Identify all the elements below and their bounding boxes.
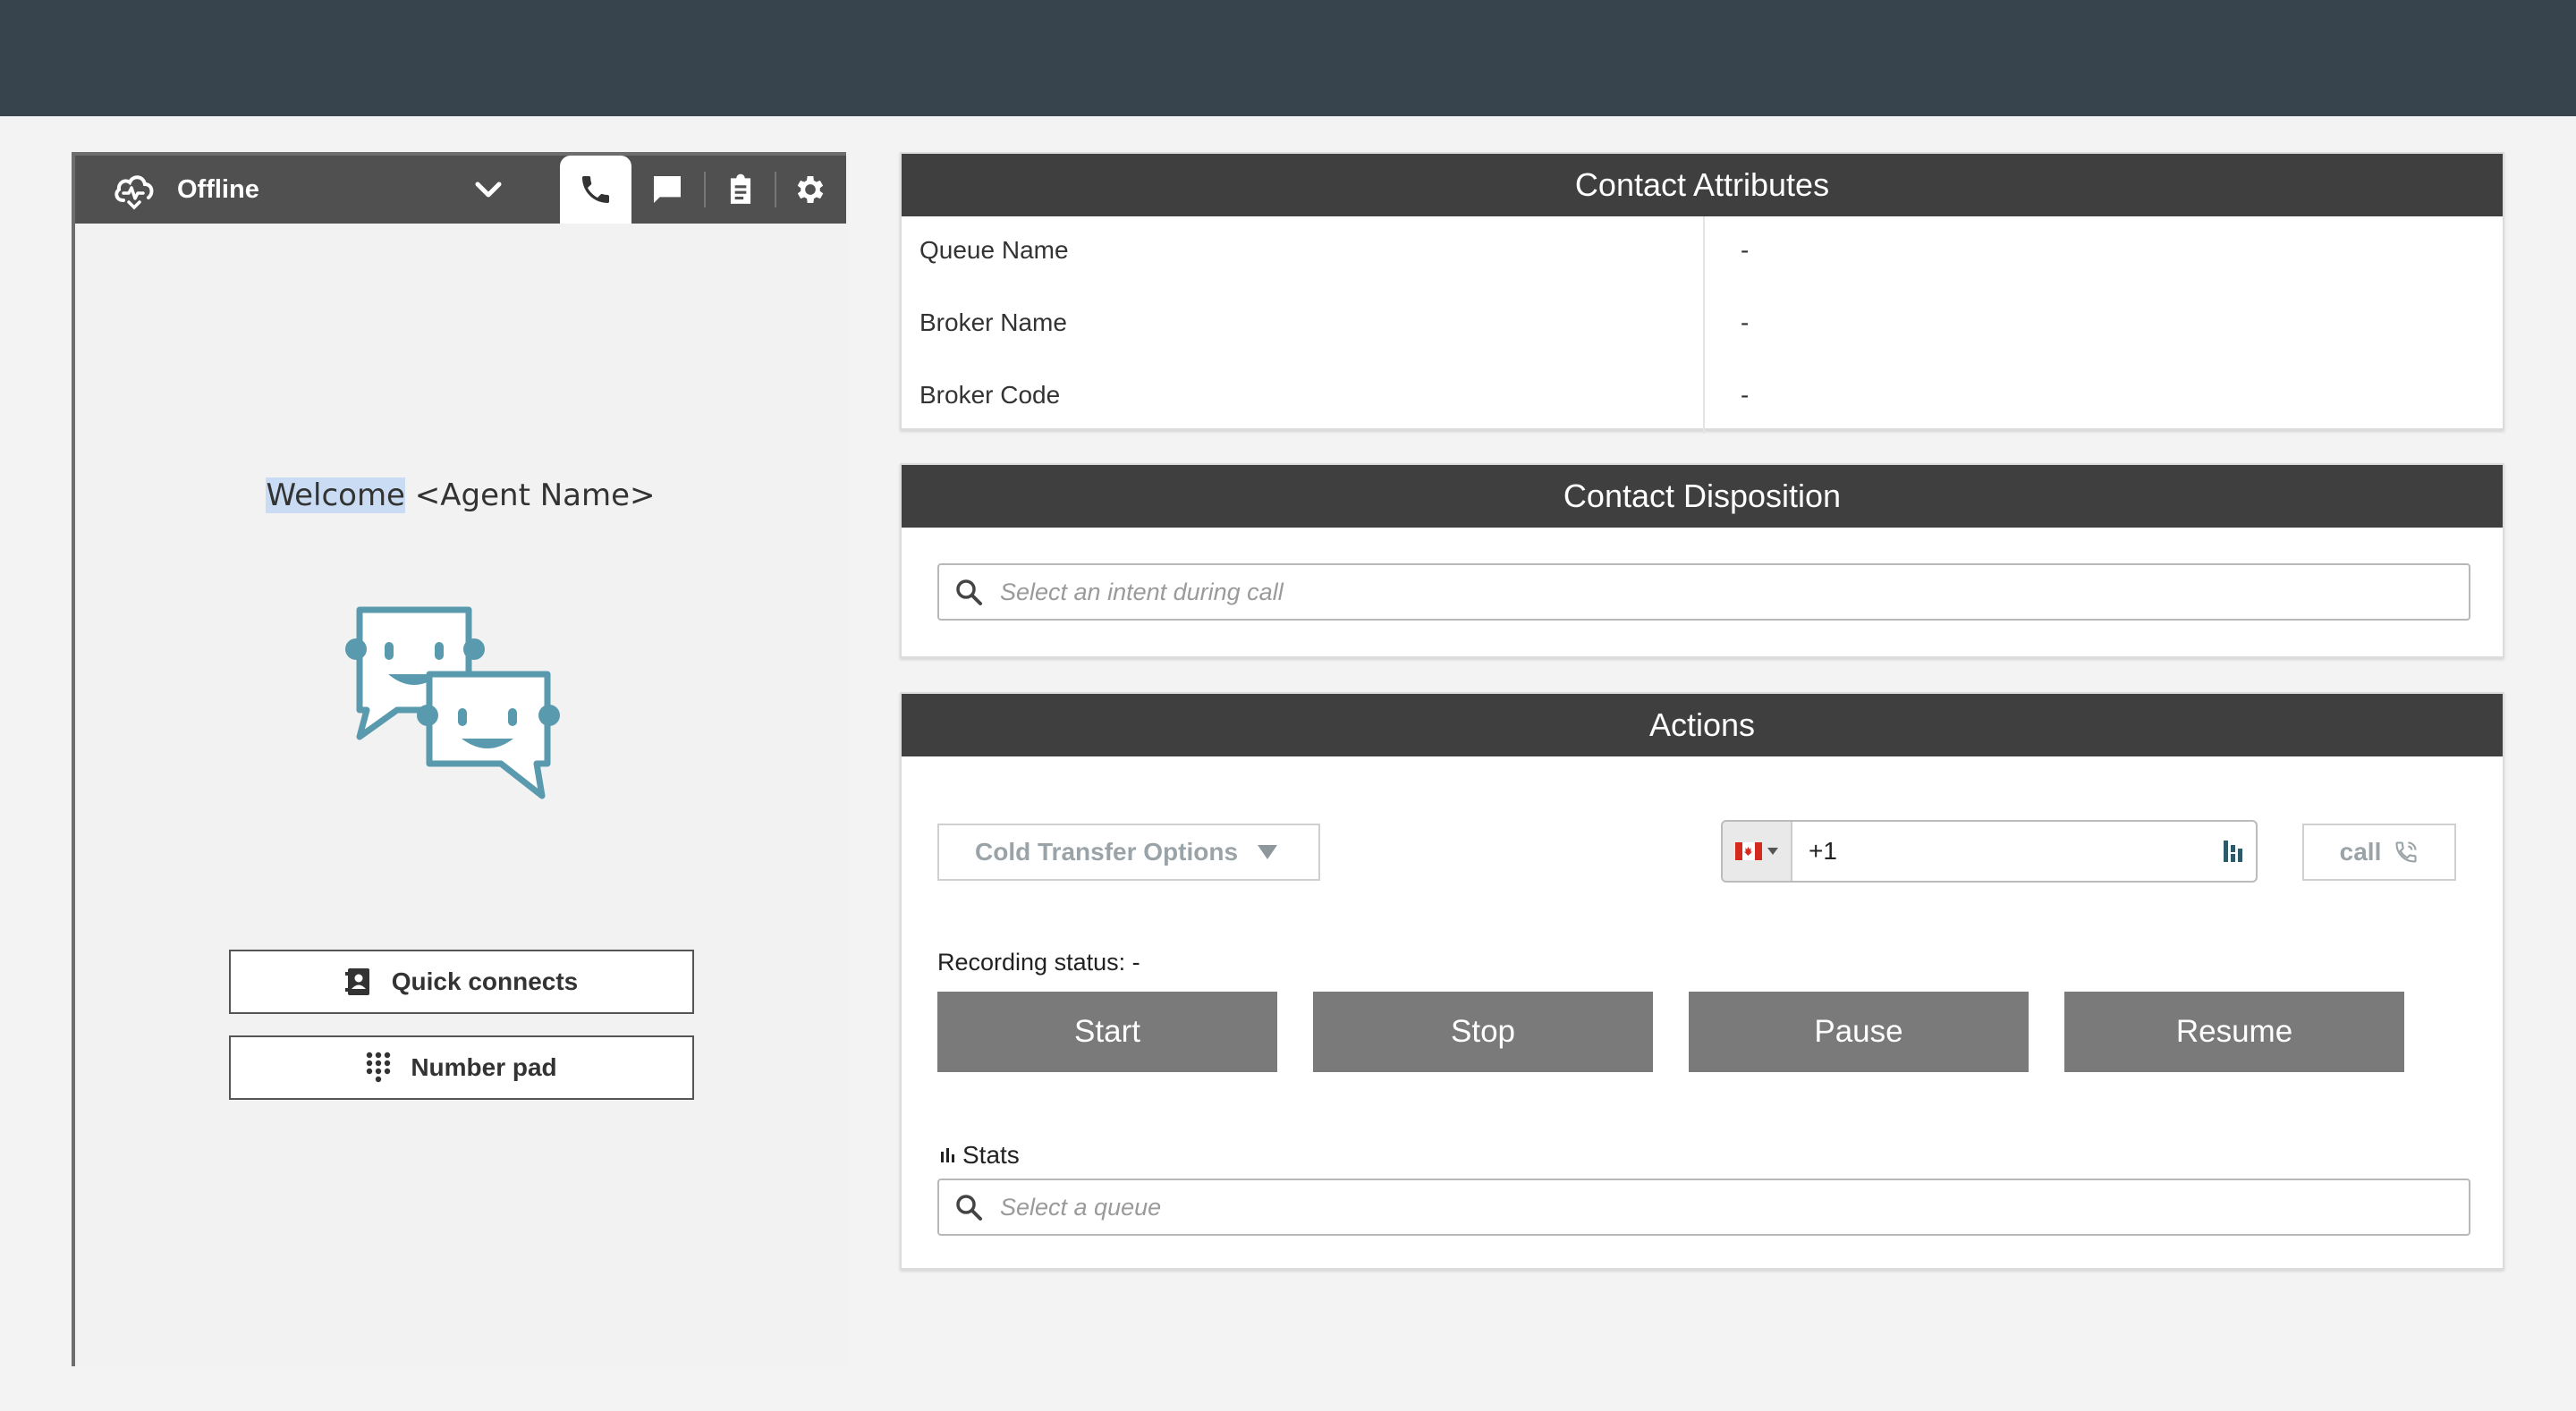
attribute-value: -	[1741, 236, 1750, 264]
attribute-value: -	[1741, 308, 1750, 336]
attribute-row: Queue Name -	[902, 216, 2503, 289]
phone-icon	[582, 176, 609, 203]
attribute-name: Broker Code	[919, 381, 1061, 409]
phone-field-icon	[2224, 841, 2242, 862]
bar-chart-icon	[941, 1148, 954, 1162]
welcome-word: Welcome	[266, 477, 405, 513]
ccp-header: Offline	[75, 156, 846, 224]
number-pad-button[interactable]: Number pad	[229, 1035, 694, 1100]
cold-transfer-options-dropdown[interactable]: Cold Transfer Options	[937, 824, 1320, 881]
search-icon	[956, 579, 982, 605]
queue-search-input[interactable]: Select a queue	[937, 1179, 2470, 1236]
clipboard-icon	[730, 173, 751, 204]
contact-disposition-title: Contact Disposition	[902, 465, 2503, 528]
attribute-row: Broker Name -	[902, 289, 2503, 361]
stats-heading: Stats	[939, 1141, 1020, 1170]
column-divider	[1703, 361, 1705, 434]
contact-attributes-panel: Contact Attributes Queue Name - Broker N…	[900, 152, 2504, 434]
contact-attributes-title: Contact Attributes	[902, 154, 2503, 216]
contact-book-icon	[344, 967, 372, 997]
canada-flag-icon	[1735, 842, 1762, 860]
agent-name: <Agent Name>	[404, 477, 656, 513]
attribute-name: Queue Name	[919, 236, 1069, 264]
resume-recording-button[interactable]: Resume	[2064, 992, 2404, 1072]
quick-connects-label: Quick connects	[391, 967, 579, 995]
caret-down-icon	[1258, 845, 1278, 859]
attribute-value: -	[1741, 381, 1750, 409]
chat-icon	[654, 176, 681, 203]
start-recording-button[interactable]: Start	[937, 992, 1277, 1072]
cloud-status-icon	[114, 175, 154, 210]
search-icon	[956, 1195, 982, 1221]
tab-phone[interactable]	[560, 156, 631, 224]
intent-search-placeholder: Select an intent during call	[1000, 578, 1284, 605]
tab-tasks[interactable]	[705, 156, 776, 224]
queue-search-placeholder: Select a queue	[1000, 1193, 1162, 1221]
chat-bubbles-illustration	[345, 606, 560, 799]
contact-control-panel: Offline Welcome <Agent Name> Quick conne…	[72, 152, 846, 1366]
cold-transfer-label: Cold Transfer Options	[975, 838, 1239, 866]
welcome-message: Welcome <Agent Name>	[75, 477, 846, 513]
phone-number-value: +1	[1809, 837, 1837, 865]
agent-status-label: Offline	[177, 174, 259, 204]
recording-status: Recording status: -	[937, 949, 1140, 976]
agent-status-dropdown[interactable]: Offline	[111, 156, 259, 224]
gear-icon	[797, 176, 824, 203]
call-button[interactable]: call	[2302, 824, 2456, 881]
pause-recording-button[interactable]: Pause	[1689, 992, 2029, 1072]
column-divider	[1703, 216, 1705, 289]
caret-down-icon	[1767, 848, 1778, 855]
dialpad-icon	[366, 1052, 391, 1084]
contact-disposition-panel: Contact Disposition Select an intent dur…	[900, 463, 2504, 658]
top-navigation-bar	[0, 0, 2576, 116]
stop-recording-button[interactable]: Stop	[1313, 992, 1653, 1072]
intent-search-input[interactable]: Select an intent during call	[937, 563, 2470, 621]
actions-panel: Actions Cold Transfer Options +1 call Re…	[900, 692, 2504, 1270]
attribute-row: Broker Code -	[902, 361, 2503, 434]
column-divider	[1703, 289, 1705, 361]
call-label: call	[2339, 838, 2382, 866]
phone-outgoing-icon	[2395, 841, 2417, 863]
country-code-selector[interactable]	[1723, 822, 1792, 881]
phone-number-input[interactable]: +1	[1721, 820, 2258, 883]
number-pad-label: Number pad	[411, 1053, 557, 1081]
quick-connects-button[interactable]: Quick connects	[229, 950, 694, 1014]
tab-chat[interactable]	[631, 156, 703, 224]
attribute-name: Broker Name	[919, 308, 1067, 336]
tab-settings[interactable]	[775, 156, 846, 224]
stats-label: Stats	[962, 1141, 1020, 1169]
chevron-down-icon[interactable]	[469, 173, 508, 206]
actions-title: Actions	[902, 694, 2503, 756]
